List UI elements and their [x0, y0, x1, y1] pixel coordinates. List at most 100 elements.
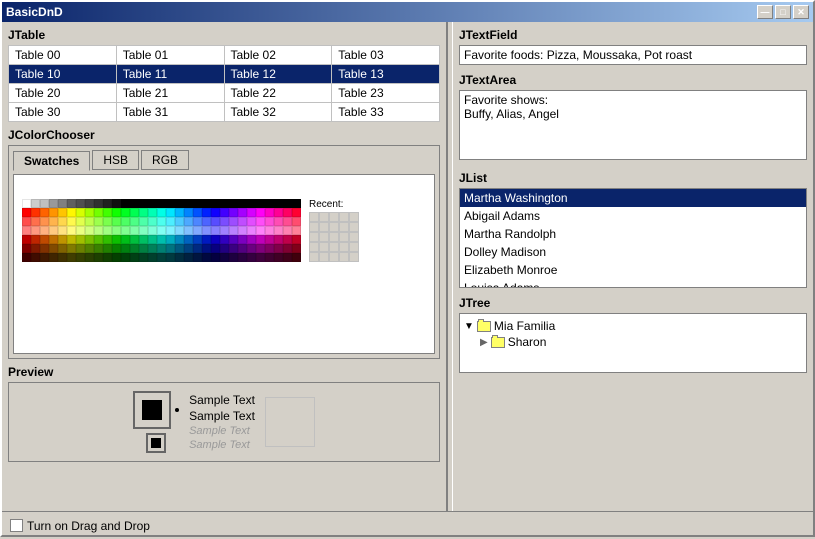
color-swatch[interactable]: [139, 244, 148, 253]
color-swatch[interactable]: [292, 253, 301, 262]
color-swatch[interactable]: [256, 199, 265, 208]
color-swatch[interactable]: [112, 208, 121, 217]
color-swatch[interactable]: [238, 235, 247, 244]
color-swatch[interactable]: [283, 235, 292, 244]
color-swatch[interactable]: [220, 244, 229, 253]
color-swatch[interactable]: [121, 217, 130, 226]
table-cell[interactable]: Table 13: [332, 65, 440, 84]
color-swatch[interactable]: [238, 217, 247, 226]
color-swatch[interactable]: [157, 217, 166, 226]
color-swatch[interactable]: [22, 208, 31, 217]
color-swatch[interactable]: [103, 253, 112, 262]
tab-rgb[interactable]: RGB: [141, 150, 189, 170]
color-swatch[interactable]: [184, 217, 193, 226]
color-swatch[interactable]: [31, 208, 40, 217]
color-swatch[interactable]: [202, 235, 211, 244]
color-swatch[interactable]: [58, 208, 67, 217]
color-swatch[interactable]: [76, 226, 85, 235]
recent-swatch[interactable]: [339, 222, 349, 232]
color-swatch[interactable]: [274, 208, 283, 217]
color-swatch[interactable]: [202, 199, 211, 208]
color-swatch[interactable]: [265, 217, 274, 226]
color-swatch[interactable]: [220, 217, 229, 226]
color-swatch[interactable]: [184, 253, 193, 262]
color-swatch[interactable]: [238, 226, 247, 235]
color-swatch[interactable]: [31, 244, 40, 253]
color-swatch[interactable]: [274, 199, 283, 208]
color-swatch[interactable]: [175, 217, 184, 226]
color-swatch[interactable]: [130, 244, 139, 253]
color-swatch[interactable]: [238, 253, 247, 262]
color-swatch[interactable]: [49, 235, 58, 244]
recent-swatch[interactable]: [339, 252, 349, 262]
color-swatch[interactable]: [193, 244, 202, 253]
color-swatch[interactable]: [247, 217, 256, 226]
color-swatch[interactable]: [283, 199, 292, 208]
color-swatch[interactable]: [211, 217, 220, 226]
color-swatch[interactable]: [112, 199, 121, 208]
recent-swatch[interactable]: [309, 242, 319, 252]
tree-item-sharon[interactable]: ▶ Sharon: [480, 334, 802, 350]
color-swatch[interactable]: [166, 235, 175, 244]
color-swatch[interactable]: [76, 253, 85, 262]
color-swatch[interactable]: [67, 244, 76, 253]
color-swatch[interactable]: [265, 208, 274, 217]
color-swatch[interactable]: [247, 199, 256, 208]
color-swatch[interactable]: [130, 235, 139, 244]
color-swatch[interactable]: [220, 226, 229, 235]
recent-swatch[interactable]: [319, 242, 329, 252]
color-swatch[interactable]: [40, 208, 49, 217]
color-swatch[interactable]: [31, 253, 40, 262]
color-swatch[interactable]: [31, 199, 40, 208]
color-swatch[interactable]: [238, 208, 247, 217]
color-swatch[interactable]: [211, 226, 220, 235]
table-cell[interactable]: Table 32: [224, 103, 332, 122]
color-swatch[interactable]: [211, 235, 220, 244]
color-swatch[interactable]: [274, 244, 283, 253]
color-swatch[interactable]: [139, 208, 148, 217]
table-cell[interactable]: Table 11: [116, 65, 224, 84]
table-cell[interactable]: Table 23: [332, 84, 440, 103]
color-swatch[interactable]: [202, 253, 211, 262]
table-cell[interactable]: Table 12: [224, 65, 332, 84]
color-swatch[interactable]: [193, 208, 202, 217]
color-swatch[interactable]: [103, 208, 112, 217]
color-swatch[interactable]: [58, 226, 67, 235]
color-swatch[interactable]: [292, 217, 301, 226]
color-swatch[interactable]: [85, 244, 94, 253]
color-swatch[interactable]: [22, 244, 31, 253]
color-swatch[interactable]: [22, 226, 31, 235]
color-swatch[interactable]: [103, 199, 112, 208]
color-swatch[interactable]: [166, 208, 175, 217]
color-swatch[interactable]: [220, 235, 229, 244]
color-swatch[interactable]: [256, 253, 265, 262]
jtable[interactable]: Table 00Table 01Table 02Table 03Table 10…: [8, 45, 440, 122]
color-swatch[interactable]: [58, 244, 67, 253]
color-swatch[interactable]: [274, 217, 283, 226]
color-swatch[interactable]: [184, 226, 193, 235]
color-swatch[interactable]: [247, 253, 256, 262]
recent-swatch[interactable]: [319, 222, 329, 232]
color-swatch[interactable]: [31, 226, 40, 235]
color-swatch[interactable]: [58, 199, 67, 208]
color-swatch[interactable]: [175, 244, 184, 253]
color-swatch[interactable]: [67, 253, 76, 262]
color-swatch[interactable]: [148, 217, 157, 226]
color-swatch[interactable]: [49, 244, 58, 253]
recent-swatch[interactable]: [349, 222, 359, 232]
color-swatch[interactable]: [292, 226, 301, 235]
recent-swatch[interactable]: [329, 212, 339, 222]
color-swatch[interactable]: [292, 244, 301, 253]
color-swatch[interactable]: [247, 244, 256, 253]
maximize-button[interactable]: □: [775, 5, 791, 19]
color-swatch[interactable]: [229, 235, 238, 244]
recent-swatch[interactable]: [329, 252, 339, 262]
recent-swatch[interactable]: [349, 252, 359, 262]
color-swatch[interactable]: [283, 217, 292, 226]
color-swatch[interactable]: [175, 199, 184, 208]
color-swatch[interactable]: [130, 217, 139, 226]
color-swatch[interactable]: [130, 199, 139, 208]
main-color-grid[interactable]: [22, 199, 301, 262]
color-swatch[interactable]: [220, 199, 229, 208]
color-swatch[interactable]: [193, 199, 202, 208]
